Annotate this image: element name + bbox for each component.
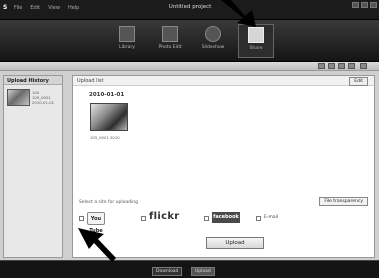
app-window: S File Edit View Help Untitled project L… — [0, 0, 379, 278]
photo-thumbnail[interactable] — [90, 103, 128, 131]
youtube-checkbox[interactable] — [79, 216, 84, 221]
mode-bar: Library Photo Edit Slideshow Share — [0, 20, 379, 62]
mode-library[interactable]: Library — [109, 24, 145, 58]
epage-label[interactable]: E-mail — [264, 215, 278, 220]
bottom-bar: Download Upload — [0, 260, 379, 278]
zoom-icon[interactable] — [328, 63, 335, 69]
share-icon — [248, 27, 264, 43]
photo-meta: 105_0001 2010 — [90, 135, 120, 140]
window-title: Untitled project — [168, 4, 212, 10]
minimize-button[interactable] — [352, 2, 359, 8]
view-toggle-icon[interactable] — [318, 63, 325, 69]
settings-icon[interactable] — [360, 63, 367, 69]
upload-history-panel: Upload History 100 105_0001 2010-01-01 — [3, 75, 63, 258]
upload-list-title: Upload list — [77, 78, 104, 84]
history-thumbnail — [7, 89, 30, 106]
panel-title: Upload History — [4, 76, 62, 85]
mode-label: Slideshow — [201, 45, 225, 50]
menu-item[interactable]: View — [48, 5, 60, 11]
upload-panel: Upload list Edit 2010-01-01 105_0001 201… — [72, 75, 375, 258]
mode-slideshow[interactable]: Slideshow — [195, 24, 231, 58]
title-bar: S File Edit View Help Untitled project — [0, 0, 379, 20]
upload-list-header: Upload list Edit — [73, 76, 374, 86]
library-icon — [119, 26, 135, 42]
site-select-prompt: Select a site for uploading — [79, 200, 138, 205]
menu-item[interactable]: Edit — [30, 5, 40, 11]
epage-checkbox[interactable] — [256, 216, 261, 221]
grid-icon[interactable] — [338, 63, 345, 69]
date-group-label: 2010-01-01 — [89, 92, 125, 98]
mode-label: Share — [249, 46, 263, 51]
facebook-logo[interactable]: facebook — [212, 212, 240, 223]
menu-item[interactable]: File — [14, 5, 22, 11]
secondary-toolbar — [0, 62, 379, 71]
mode-photo-edit[interactable]: Photo Edit — [152, 24, 188, 58]
edit-button[interactable]: Edit — [349, 77, 368, 86]
list-icon[interactable] — [348, 63, 355, 69]
photo-edit-icon — [162, 26, 178, 42]
youtube-logo[interactable]: You Tube — [87, 212, 105, 234]
tab-upload[interactable]: Upload — [191, 267, 215, 276]
tab-download[interactable]: Download — [152, 267, 183, 276]
menu-bar: File Edit View Help — [14, 5, 79, 11]
maximize-button[interactable] — [361, 2, 368, 8]
mode-share[interactable]: Share — [238, 24, 274, 58]
flickr-logo[interactable]: flickr — [149, 211, 180, 222]
close-button[interactable] — [370, 2, 377, 8]
window-controls — [352, 2, 377, 8]
upload-button[interactable]: Upload — [206, 237, 264, 249]
file-transparency-button[interactable]: File transparency — [319, 197, 368, 206]
history-item[interactable]: 100 105_0001 2010-01-01 — [7, 89, 61, 109]
flickr-checkbox[interactable] — [141, 216, 146, 221]
site-options: You Tube flickr facebook E-mail — [79, 209, 369, 234]
mode-label: Photo Edit — [158, 45, 182, 50]
facebook-checkbox[interactable] — [204, 216, 209, 221]
history-meta-line: 2010-01-01 — [32, 100, 55, 105]
slideshow-icon — [205, 26, 221, 42]
app-logo: S — [3, 4, 8, 11]
history-meta: 100 105_0001 2010-01-01 — [32, 90, 54, 105]
menu-item[interactable]: Help — [68, 5, 79, 11]
mode-label: Library — [119, 45, 135, 50]
